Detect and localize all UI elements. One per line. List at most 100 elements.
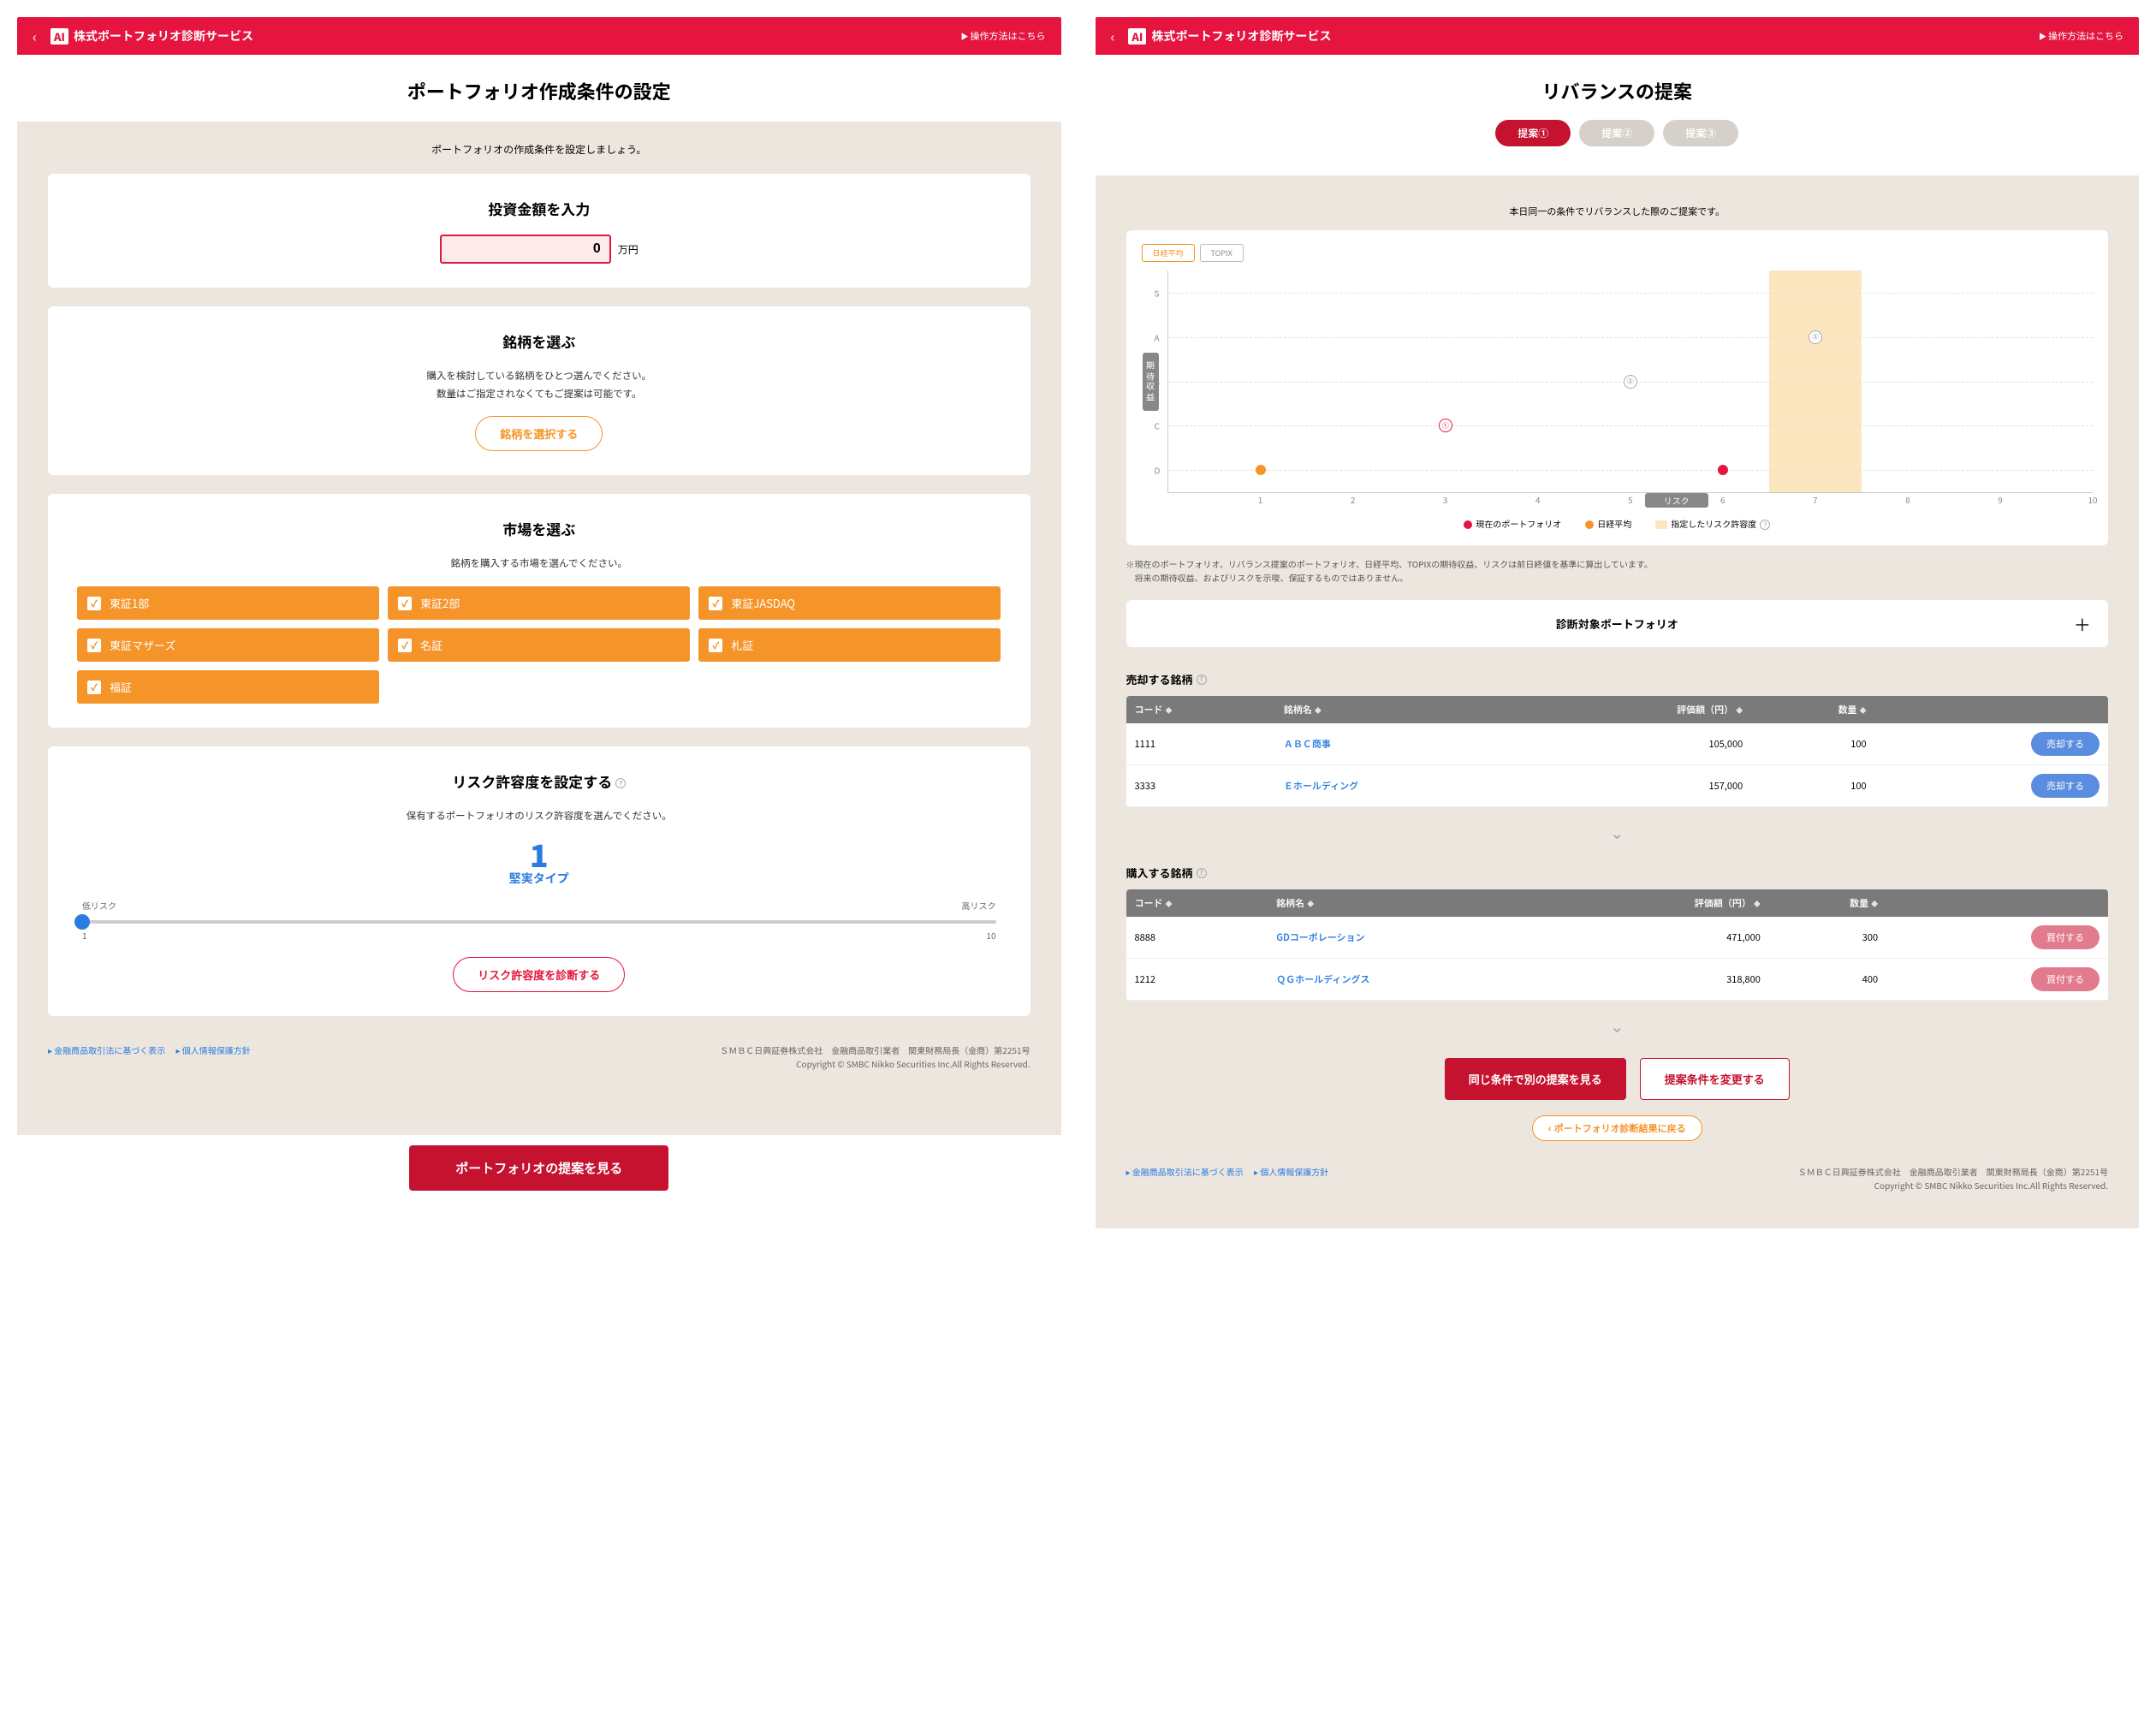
th-code[interactable]: コード◆ xyxy=(1126,696,1275,723)
market-chip[interactable]: ✓ 名証 xyxy=(388,628,690,662)
x-tick: 4 xyxy=(1535,493,1541,506)
x-tick: 2 xyxy=(1351,493,1356,506)
check-icon: ✓ xyxy=(398,639,412,652)
back-icon[interactable]: ‹ xyxy=(1111,26,1115,46)
proposal-tab[interactable]: 提案① xyxy=(1495,120,1571,146)
select-stock-button[interactable]: 銘柄を選択する xyxy=(475,416,603,451)
x-tick: 10 xyxy=(2088,493,2097,506)
market-chip[interactable]: ✓東証1部 xyxy=(77,586,379,620)
buy-button[interactable]: 買付する xyxy=(2031,967,2100,991)
proposal-tab[interactable]: 提案③ xyxy=(1663,120,1738,146)
slider-thumb[interactable] xyxy=(74,914,90,930)
help-link[interactable]: 操作方法はこちら xyxy=(960,29,1045,43)
market-label: 名証 xyxy=(420,637,442,653)
y-tick: D xyxy=(1155,464,1161,477)
sell-heading: 売却する銘柄 xyxy=(1126,671,1193,687)
amount-input[interactable] xyxy=(440,235,611,264)
risk-slider[interactable]: 低リスク 高リスク 1 10 xyxy=(77,899,1001,942)
chart-point: ② xyxy=(1624,375,1637,389)
check-icon: ✓ xyxy=(709,597,722,610)
chart-tab-topix[interactable]: TOPIX xyxy=(1200,244,1244,262)
market-chip[interactable]: ✓ 東証JASDAQ xyxy=(698,586,1001,620)
footer-link-2[interactable]: 個人情報保護方針 xyxy=(1260,1165,1328,1178)
risk-max: 10 xyxy=(986,929,995,942)
cell-name[interactable]: Ｅホールディング xyxy=(1275,765,1525,807)
th-qty[interactable]: 数量◆ xyxy=(1769,889,1886,917)
stock-card: 銘柄を選ぶ 購入を検討している銘柄をひとつ選んでください。 数量はご指定されなく… xyxy=(48,306,1030,475)
legend-nikkei: 日経平均 xyxy=(1597,517,1631,530)
check-icon: ✓ xyxy=(87,639,101,652)
th-name[interactable]: 銘柄名◆ xyxy=(1275,696,1525,723)
change-conditions-button[interactable]: 提案条件を変更する xyxy=(1640,1058,1790,1100)
risk-low-label: 低リスク xyxy=(82,899,116,912)
accordion-label: 診断対象ポートフォリオ xyxy=(1556,615,1678,632)
chart-tab-nikkei[interactable]: 日経平均 xyxy=(1142,244,1195,262)
diagnose-risk-button[interactable]: リスク許容度を診断する xyxy=(453,957,625,992)
x-tick: 9 xyxy=(1998,493,2003,506)
cell-code: 8888 xyxy=(1126,917,1268,959)
cell-name[interactable]: ＱＧホールディングス xyxy=(1268,959,1554,1001)
risk-card: リスク許容度を設定する? 保有するポートフォリオのリスク許容度を選んでください。… xyxy=(48,746,1030,1016)
footer-company: ＳＭＢＣ日興証券株式会社 金融商品取引業者 関東財務局長（金商）第2251号 xyxy=(720,1043,1030,1057)
market-chip[interactable]: ✓福証 xyxy=(77,670,379,704)
footer-link-2[interactable]: 個人情報保護方針 xyxy=(182,1043,251,1056)
proposal-tab[interactable]: 提案② xyxy=(1579,120,1654,146)
back-to-results-button[interactable]: ‹ ポートフォリオ診断結果に戻る xyxy=(1532,1115,1702,1141)
th-value[interactable]: 評価額（円）◆ xyxy=(1525,696,1751,723)
cell-value: 471,000 xyxy=(1554,917,1769,959)
x-tick: 8 xyxy=(1905,493,1910,506)
cell-qty: 100 xyxy=(1751,765,1874,807)
stock-desc-2: 数量はご指定されなくてもご提案は可能です。 xyxy=(77,385,1001,403)
check-icon: ✓ xyxy=(87,681,101,694)
buy-button[interactable]: 買付する xyxy=(2031,925,2100,949)
page-title: リバランスの提案 xyxy=(1096,77,2140,104)
market-chip[interactable]: ✓札証 xyxy=(698,628,1001,662)
amount-card: 投資金額を入力 万円 xyxy=(48,174,1030,288)
back-icon[interactable]: ‹ xyxy=(33,26,37,46)
check-icon: ✓ xyxy=(87,597,101,610)
market-label: 東証JASDAQ xyxy=(731,595,795,611)
th-qty[interactable]: 数量◆ xyxy=(1751,696,1874,723)
amount-title: 投資金額を入力 xyxy=(77,198,1001,219)
stock-title: 銘柄を選ぶ xyxy=(77,330,1001,352)
another-proposal-button[interactable]: 同じ条件で別の提案を見る xyxy=(1445,1058,1626,1100)
logo-ai-badge: AI xyxy=(1128,28,1146,45)
risk-return-chart: 期待収益 SABCD12345678910リスク①②③ xyxy=(1167,270,2094,493)
table-row: 1111ＡＢＣ商事105,000100売却する xyxy=(1126,723,2109,765)
portfolio-accordion[interactable]: 診断対象ポートフォリオ ＋ xyxy=(1126,600,2109,647)
footer-link-1[interactable]: 金融商品取引法に基づく表示 xyxy=(1132,1165,1244,1178)
th-name[interactable]: 銘柄名◆ xyxy=(1268,889,1554,917)
y-tick: C xyxy=(1155,419,1160,432)
cell-code: 1111 xyxy=(1126,723,1275,765)
x-tick: 1 xyxy=(1258,493,1263,506)
buy-heading: 購入する銘柄 xyxy=(1126,865,1193,881)
market-label: 東証2部 xyxy=(420,595,460,611)
page-title: ポートフォリオ作成条件の設定 xyxy=(17,77,1061,104)
help-icon[interactable]: ? xyxy=(1197,675,1207,685)
help-link[interactable]: 操作方法はこちら xyxy=(2039,29,2123,43)
help-icon[interactable]: ? xyxy=(615,778,626,788)
logo: AI 株式ポートフォリオ診断サービス xyxy=(1128,27,1331,45)
sell-button[interactable]: 売却する xyxy=(2031,774,2100,798)
chart-point: ① xyxy=(1439,419,1452,432)
expand-sell-icon[interactable]: ⌄ xyxy=(1126,819,2109,844)
cell-name[interactable]: GDコーポレーション xyxy=(1268,917,1554,959)
table-row: 3333Ｅホールディング157,000100売却する xyxy=(1126,765,2109,807)
sell-button[interactable]: 売却する xyxy=(2031,732,2100,756)
check-icon: ✓ xyxy=(398,597,412,610)
th-value[interactable]: 評価額（円）◆ xyxy=(1554,889,1769,917)
chart-legend: 現在のポートフォリオ 日経平均 指定したリスク許容度? xyxy=(1142,517,2094,530)
legend-current: 現在のポートフォリオ xyxy=(1476,517,1561,530)
x-tick: 7 xyxy=(1813,493,1818,506)
help-icon[interactable]: ? xyxy=(1197,868,1207,878)
help-icon[interactable]: ? xyxy=(1760,520,1770,530)
chart-card: 日経平均 TOPIX 期待収益 SABCD12345678910リスク①②③ 現… xyxy=(1126,230,2109,545)
market-chip[interactable]: ✓ 東証2部 xyxy=(388,586,690,620)
cell-value: 318,800 xyxy=(1554,959,1769,1001)
view-proposal-button[interactable]: ポートフォリオの提案を見る xyxy=(409,1145,668,1191)
expand-buy-icon[interactable]: ⌄ xyxy=(1126,1013,2109,1037)
market-chip[interactable]: ✓東証マザーズ xyxy=(77,628,379,662)
footer-link-1[interactable]: 金融商品取引法に基づく表示 xyxy=(54,1043,165,1056)
th-code[interactable]: コード◆ xyxy=(1126,889,1268,917)
cell-name[interactable]: ＡＢＣ商事 xyxy=(1275,723,1525,765)
